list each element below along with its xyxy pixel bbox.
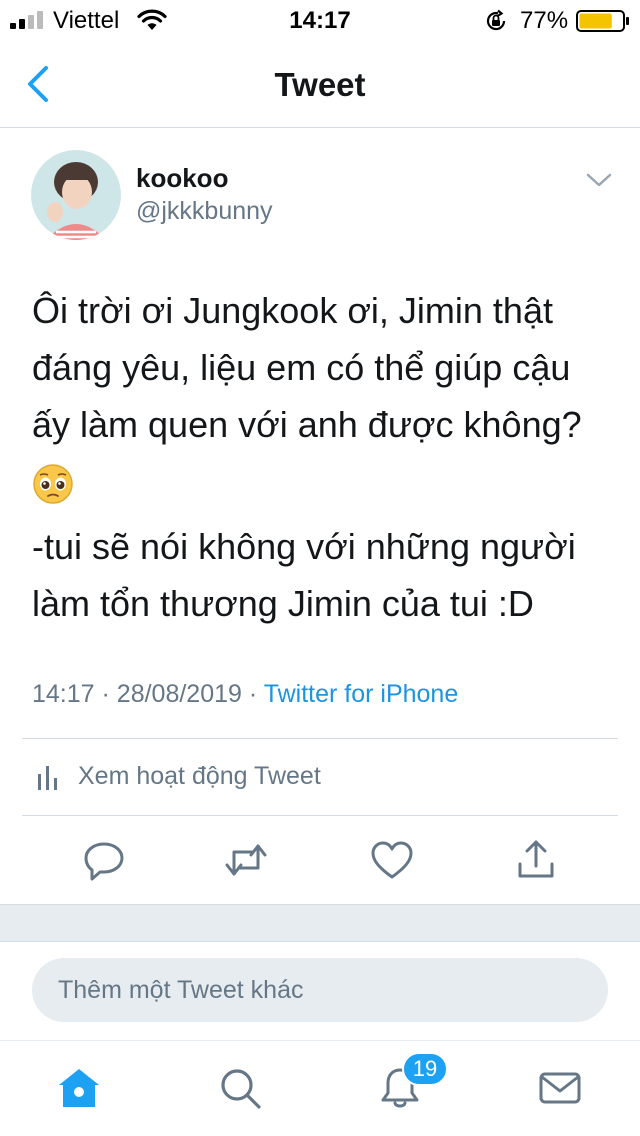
meta-separator: · (248, 680, 258, 708)
reply-compose-field[interactable]: Thêm một Tweet khác (32, 958, 608, 1022)
home-icon[interactable] (56, 1065, 102, 1111)
tweet-text: Ôi trời ơi Jungkook ơi, Jimin thật đáng … (32, 282, 622, 632)
battery-percentage: 77% (520, 7, 569, 34)
heart-icon[interactable] (368, 836, 416, 884)
divider (22, 815, 618, 816)
tweet-line: đáng yêu, liệu em có thể giúp cậu (32, 347, 571, 388)
display-name[interactable]: kookoo (136, 163, 228, 194)
tweet-line: Ôi trời ơi Jungkook ơi, Jimin thật (32, 290, 553, 331)
reply-icon[interactable] (80, 836, 128, 884)
tweet-meta: 14:17 · 28/08/2019 · Twitter for iPhone (32, 680, 458, 709)
notification-count-badge[interactable]: 19 (402, 1052, 448, 1086)
emoji-line (32, 453, 622, 510)
tweet-date: 28/08/2019 (116, 680, 242, 708)
tweet-line: -tui sẽ nói không với những người (32, 526, 576, 567)
battery-icon (576, 10, 629, 32)
analytics-icon (38, 766, 57, 790)
share-icon[interactable] (512, 836, 560, 884)
divider (22, 738, 618, 739)
tweet-source-link[interactable]: Twitter for iPhone (264, 680, 459, 708)
status-bar: Viettel 14:17 77% (0, 0, 640, 40)
user-handle[interactable]: @jkkkbunny (136, 197, 273, 226)
pleading-face-emoji (33, 464, 73, 504)
meta-separator: · (101, 680, 110, 708)
tweet-line: làm tổn thương Jimin của tui :D (32, 583, 534, 624)
search-icon[interactable] (217, 1065, 263, 1111)
tab-bar (0, 1040, 640, 1136)
page-title: Tweet (274, 66, 366, 103)
orientation-lock-icon (486, 9, 506, 31)
activity-label: Xem hoạt động Tweet (78, 762, 321, 790)
section-separator (0, 904, 640, 942)
tweet-line: ấy làm quen với anh được không? (32, 404, 582, 445)
compose-placeholder: Thêm một Tweet khác (58, 976, 304, 1004)
avatar[interactable] (31, 150, 121, 240)
mail-icon[interactable] (537, 1065, 583, 1111)
tweet-time: 14:17 (32, 680, 95, 708)
retweet-icon[interactable] (222, 836, 270, 884)
chevron-down-icon[interactable] (584, 168, 614, 192)
navigation-bar: Tweet (0, 40, 640, 128)
